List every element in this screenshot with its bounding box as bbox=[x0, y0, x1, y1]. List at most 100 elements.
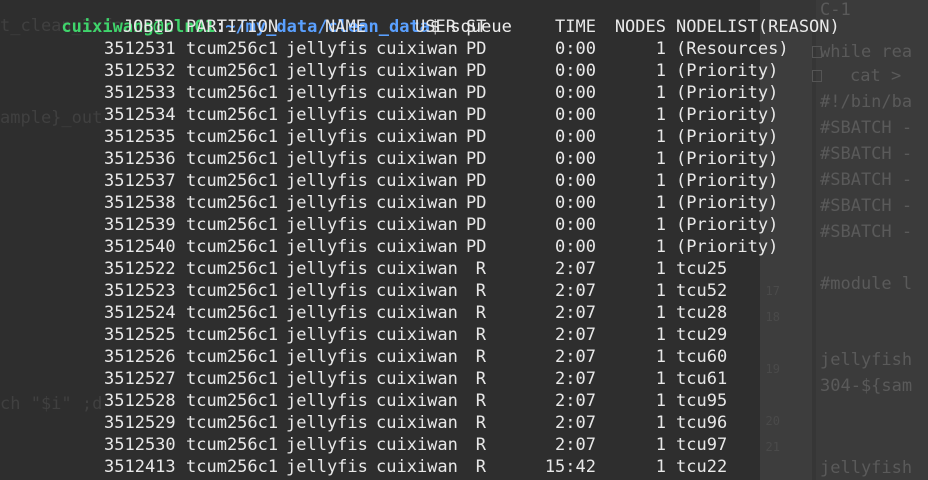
terminal-output[interactable]: cuixiwang@cln01:~/my_data/clean_data$ sq… bbox=[0, 0, 928, 480]
cell-jobid: 3512524 bbox=[104, 303, 176, 323]
table-row: 3512524 tcum256c1 jellyfis cuixiwan R 2:07 1 tc… bbox=[0, 302, 928, 324]
cell-nodelist: tcu61 bbox=[676, 369, 728, 389]
cell-time: 15:42 bbox=[544, 457, 596, 477]
cell-state: R bbox=[475, 347, 486, 367]
cell-time: 2:07 bbox=[555, 369, 596, 389]
cell-state: PD bbox=[466, 39, 487, 59]
cell-time: 2:07 bbox=[555, 413, 596, 433]
cell-state: PD bbox=[466, 215, 487, 235]
cell-nodelist: tcu22 bbox=[676, 457, 728, 477]
cell-time: 2:07 bbox=[555, 325, 596, 345]
cell-name: jellyfis bbox=[286, 347, 368, 367]
cell-partition: tcum256c1 bbox=[186, 105, 279, 125]
cell-partition: tcum256c1 bbox=[186, 369, 279, 389]
cell-user: cuixiwan bbox=[376, 457, 458, 477]
cell-time: 0:00 bbox=[555, 127, 596, 147]
column-header-time: TIME bbox=[555, 17, 596, 37]
table-header: JOBID PARTITION NAME USER ST TIME NODES … bbox=[0, 16, 928, 38]
table-row: 3512539 tcum256c1 jellyfis cuixiwan PD 0:00 1 (… bbox=[0, 214, 928, 236]
cell-partition: tcum256c1 bbox=[186, 457, 279, 477]
cell-jobid: 3512522 bbox=[104, 259, 176, 279]
cell-partition: tcum256c1 bbox=[186, 281, 279, 301]
cell-nodelist: tcu25 bbox=[676, 259, 728, 279]
cell-jobid: 3512530 bbox=[104, 435, 176, 455]
table-row: 3512525 tcum256c1 jellyfis cuixiwan R 2:07 1 tc… bbox=[0, 324, 928, 346]
cell-nodelist: (Priority) bbox=[676, 171, 779, 191]
cell-partition: tcum256c1 bbox=[186, 325, 279, 345]
cell-user: cuixiwan bbox=[376, 435, 458, 455]
cell-nodes: 1 bbox=[655, 369, 666, 389]
cell-nodelist: (Priority) bbox=[676, 83, 779, 103]
column-header-partition: PARTITION bbox=[186, 17, 279, 37]
cell-name: jellyfis bbox=[286, 237, 368, 257]
cell-state: PD bbox=[466, 105, 487, 125]
cell-time: 2:07 bbox=[555, 435, 596, 455]
cell-partition: tcum256c1 bbox=[186, 391, 279, 411]
cell-nodelist: (Resources) bbox=[676, 39, 789, 59]
cell-nodelist: (Priority) bbox=[676, 127, 779, 147]
cell-name: jellyfis bbox=[286, 105, 368, 125]
cell-user: cuixiwan bbox=[376, 61, 458, 81]
cell-name: jellyfis bbox=[286, 39, 368, 59]
table-row: 3512534 tcum256c1 jellyfis cuixiwan PD 0:00 1 (… bbox=[0, 104, 928, 126]
cell-nodes: 1 bbox=[655, 193, 666, 213]
column-header-name: NAME bbox=[325, 17, 366, 37]
cell-nodelist: (Priority) bbox=[676, 105, 779, 125]
cell-nodelist: (Priority) bbox=[676, 193, 779, 213]
cell-jobid: 3512528 bbox=[104, 391, 176, 411]
cell-partition: tcum256c1 bbox=[186, 237, 279, 257]
cell-nodelist: (Priority) bbox=[676, 237, 779, 257]
cell-nodes: 1 bbox=[655, 457, 666, 477]
cell-nodes: 1 bbox=[655, 171, 666, 191]
cell-time: 0:00 bbox=[555, 105, 596, 125]
cell-user: cuixiwan bbox=[376, 83, 458, 103]
cell-nodes: 1 bbox=[655, 105, 666, 125]
cell-time: 2:07 bbox=[555, 347, 596, 367]
table-row: 3512413 tcum256c1 jellyfis cuixiwan R 15:42 1 t… bbox=[0, 456, 928, 478]
cell-partition: tcum256c1 bbox=[186, 149, 279, 169]
cell-jobid: 3512526 bbox=[104, 347, 176, 367]
cell-jobid: 3512539 bbox=[104, 215, 176, 235]
column-header-st: ST bbox=[466, 17, 487, 37]
cell-time: 0:00 bbox=[555, 237, 596, 257]
table-row: 3512530 tcum256c1 jellyfis cuixiwan R 2:07 1 tc… bbox=[0, 434, 928, 456]
cell-partition: tcum256c1 bbox=[186, 215, 279, 235]
cell-nodes: 1 bbox=[655, 149, 666, 169]
cell-name: jellyfis bbox=[286, 171, 368, 191]
cell-jobid: 3512534 bbox=[104, 105, 176, 125]
cell-jobid: 3512538 bbox=[104, 193, 176, 213]
table-row: 3512533 tcum256c1 jellyfis cuixiwan PD 0:00 1 (… bbox=[0, 82, 928, 104]
cell-name: jellyfis bbox=[286, 325, 368, 345]
cell-user: cuixiwan bbox=[376, 369, 458, 389]
table-row: 3512538 tcum256c1 jellyfis cuixiwan PD 0:00 1 (… bbox=[0, 192, 928, 214]
cell-time: 0:00 bbox=[555, 193, 596, 213]
cell-time: 0:00 bbox=[555, 171, 596, 191]
cell-state: PD bbox=[466, 171, 487, 191]
cell-nodelist: tcu96 bbox=[676, 413, 728, 433]
cell-jobid: 3512536 bbox=[104, 149, 176, 169]
cell-jobid: 3512535 bbox=[104, 127, 176, 147]
cell-user: cuixiwan bbox=[376, 105, 458, 125]
cell-nodes: 1 bbox=[655, 61, 666, 81]
cell-nodelist: tcu28 bbox=[676, 303, 728, 323]
cell-nodes: 1 bbox=[655, 413, 666, 433]
cell-state: R bbox=[475, 435, 486, 455]
table-row: 3512537 tcum256c1 jellyfis cuixiwan PD 0:00 1 (… bbox=[0, 170, 928, 192]
cell-nodelist: (Priority) bbox=[676, 215, 779, 235]
desktop-screen: t_clean_2.fo ample}_out ch "$i" ;d C-1 w… bbox=[0, 0, 928, 480]
cell-nodelist: tcu60 bbox=[676, 347, 728, 367]
cell-time: 0:00 bbox=[555, 215, 596, 235]
cell-state: PD bbox=[466, 61, 487, 81]
cell-user: cuixiwan bbox=[376, 259, 458, 279]
cell-name: jellyfis bbox=[286, 413, 368, 433]
cell-jobid: 3512533 bbox=[104, 83, 176, 103]
cell-name: jellyfis bbox=[286, 391, 368, 411]
cell-nodes: 1 bbox=[655, 391, 666, 411]
cell-partition: tcum256c1 bbox=[186, 435, 279, 455]
cell-nodes: 1 bbox=[655, 127, 666, 147]
cell-state: R bbox=[475, 325, 486, 345]
cell-name: jellyfis bbox=[286, 127, 368, 147]
cell-nodes: 1 bbox=[655, 215, 666, 235]
cell-nodes: 1 bbox=[655, 83, 666, 103]
cell-time: 2:07 bbox=[555, 303, 596, 323]
